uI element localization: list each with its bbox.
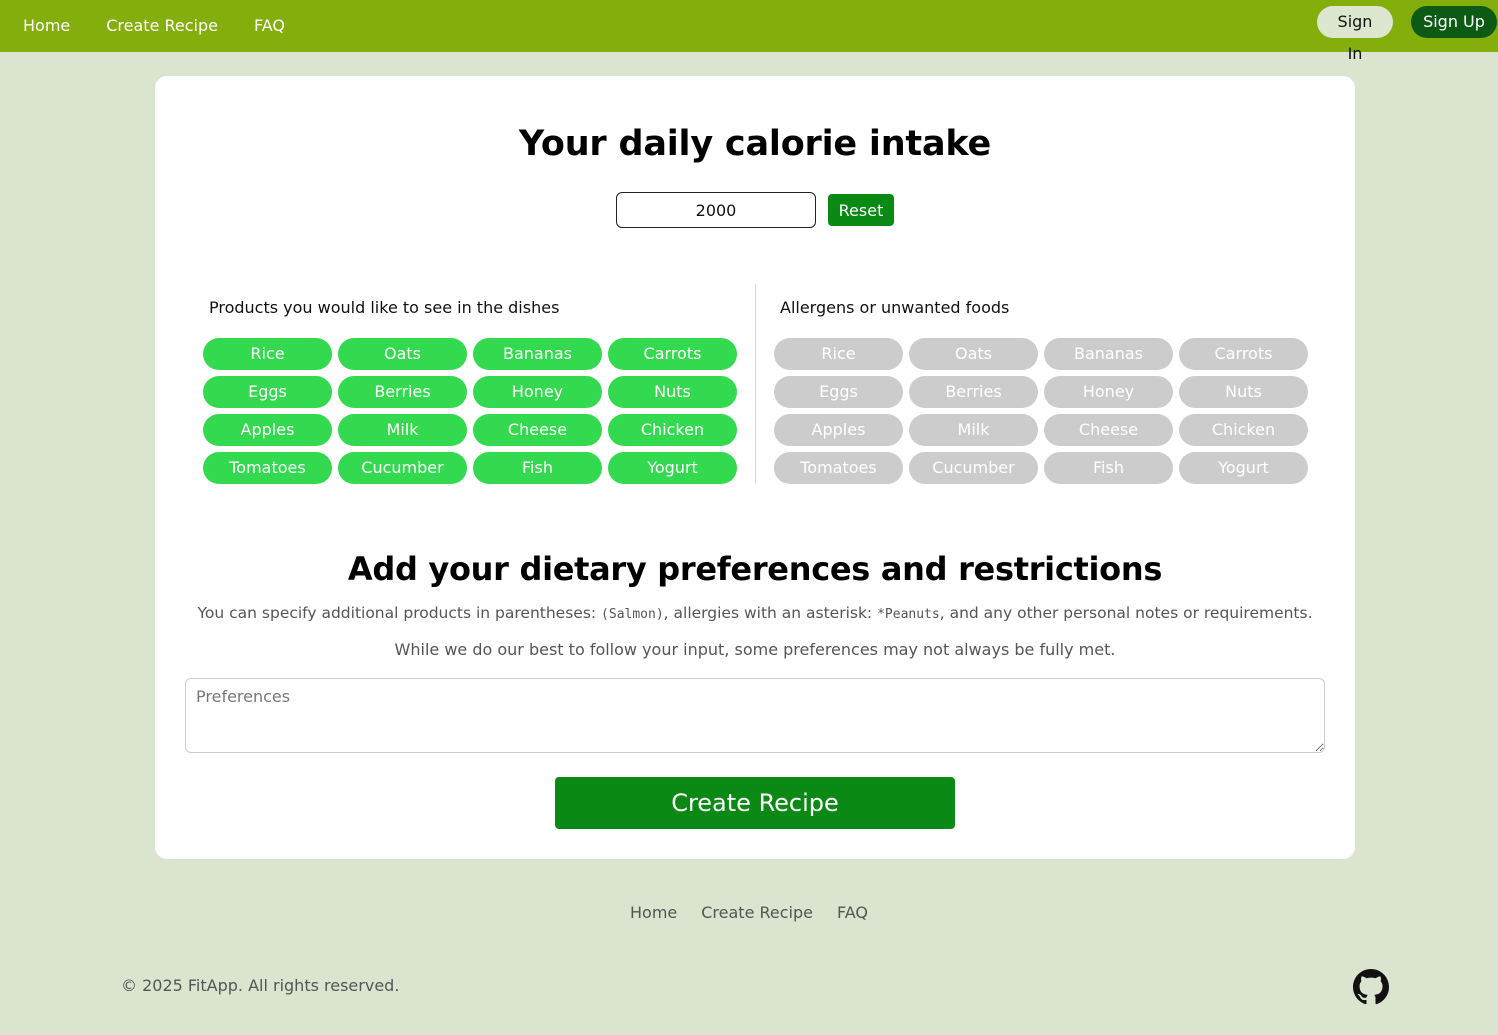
allergen-pill-berries[interactable]: Berries bbox=[909, 376, 1038, 408]
product-pill-honey[interactable]: Honey bbox=[473, 376, 602, 408]
product-pill-apples[interactable]: Apples bbox=[203, 414, 332, 446]
code-example-salmon: (Salmon) bbox=[601, 607, 664, 622]
allergen-pill-yogurt[interactable]: Yogurt bbox=[1179, 452, 1308, 484]
preferences-note: You can specify additional products in p… bbox=[155, 604, 1355, 622]
calorie-title: Your daily calorie intake bbox=[518, 124, 992, 164]
products-title: Products you would like to see in the di… bbox=[209, 298, 560, 317]
product-pill-cucumber[interactable]: Cucumber bbox=[338, 452, 467, 484]
note-text-part: , allergies with an asterisk: bbox=[663, 604, 878, 622]
allergen-pill-oats[interactable]: Oats bbox=[909, 338, 1038, 370]
product-pill-nuts[interactable]: Nuts bbox=[608, 376, 737, 408]
allergen-pill-tomatoes[interactable]: Tomatoes bbox=[774, 452, 903, 484]
github-icon[interactable] bbox=[1353, 969, 1389, 1005]
footer-link-faq[interactable]: FAQ bbox=[837, 903, 868, 922]
allergen-pill-honey[interactable]: Honey bbox=[1044, 376, 1173, 408]
nav-link-faq[interactable]: FAQ bbox=[254, 4, 285, 48]
product-pill-fish[interactable]: Fish bbox=[473, 452, 602, 484]
product-pill-berries[interactable]: Berries bbox=[338, 376, 467, 408]
allergen-pill-nuts[interactable]: Nuts bbox=[1179, 376, 1308, 408]
navbar: Home Create Recipe FAQ Sign In Sign Up bbox=[0, 0, 1498, 63]
allergen-pill-apples[interactable]: Apples bbox=[774, 414, 903, 446]
products-grid: Rice Oats Bananas Carrots Eggs Berries H… bbox=[203, 338, 737, 484]
allergens-grid: Rice Oats Bananas Carrots Eggs Berries H… bbox=[774, 338, 1308, 484]
allergen-pill-rice[interactable]: Rice bbox=[774, 338, 903, 370]
reset-button[interactable]: Reset bbox=[828, 194, 894, 226]
column-divider bbox=[755, 284, 756, 483]
nav-link-home[interactable]: Home bbox=[23, 4, 70, 48]
nav-links: Home Create Recipe FAQ bbox=[23, 4, 321, 48]
allergen-pill-cucumber[interactable]: Cucumber bbox=[909, 452, 1038, 484]
allergens-title: Allergens or unwanted foods bbox=[780, 298, 1010, 317]
preferences-title: Add your dietary preferences and restric… bbox=[347, 550, 1163, 588]
calorie-input[interactable] bbox=[616, 192, 816, 228]
product-pill-tomatoes[interactable]: Tomatoes bbox=[203, 452, 332, 484]
allergen-pill-eggs[interactable]: Eggs bbox=[774, 376, 903, 408]
allergen-pill-chicken[interactable]: Chicken bbox=[1179, 414, 1308, 446]
auth-buttons: Sign In Sign Up bbox=[1317, 6, 1498, 63]
product-pill-cheese[interactable]: Cheese bbox=[473, 414, 602, 446]
product-pill-milk[interactable]: Milk bbox=[338, 414, 467, 446]
allergen-pill-cheese[interactable]: Cheese bbox=[1044, 414, 1173, 446]
product-pill-bananas[interactable]: Bananas bbox=[473, 338, 602, 370]
footer-links: Home Create Recipe FAQ bbox=[0, 903, 1498, 922]
code-example-peanuts: *Peanuts bbox=[877, 607, 940, 622]
product-pill-eggs[interactable]: Eggs bbox=[203, 376, 332, 408]
footer-link-create-recipe[interactable]: Create Recipe bbox=[701, 903, 813, 922]
nav-link-create-recipe[interactable]: Create Recipe bbox=[106, 4, 218, 48]
allergen-pill-carrots[interactable]: Carrots bbox=[1179, 338, 1308, 370]
create-recipe-button[interactable]: Create Recipe bbox=[555, 777, 955, 829]
footer-link-home[interactable]: Home bbox=[630, 903, 677, 922]
product-pill-rice[interactable]: Rice bbox=[203, 338, 332, 370]
product-pill-chicken[interactable]: Chicken bbox=[608, 414, 737, 446]
copyright-text: © 2025 FitApp. All rights reserved. bbox=[121, 976, 400, 995]
product-pill-carrots[interactable]: Carrots bbox=[608, 338, 737, 370]
note-text-part: You can specify additional products in p… bbox=[197, 604, 602, 622]
note-text-part: , and any other personal notes or requir… bbox=[939, 604, 1313, 622]
allergen-pill-fish[interactable]: Fish bbox=[1044, 452, 1173, 484]
sign-in-button[interactable]: Sign In bbox=[1317, 6, 1393, 63]
preferences-disclaimer: While we do our best to follow your inpu… bbox=[394, 640, 1116, 659]
allergen-pill-milk[interactable]: Milk bbox=[909, 414, 1038, 446]
allergen-pill-bananas[interactable]: Bananas bbox=[1044, 338, 1173, 370]
sign-up-button[interactable]: Sign Up bbox=[1411, 6, 1497, 38]
main-card: Your daily calorie intake Reset Products… bbox=[155, 76, 1355, 859]
product-pill-yogurt[interactable]: Yogurt bbox=[608, 452, 737, 484]
preferences-textarea[interactable] bbox=[185, 678, 1325, 753]
product-pill-oats[interactable]: Oats bbox=[338, 338, 467, 370]
